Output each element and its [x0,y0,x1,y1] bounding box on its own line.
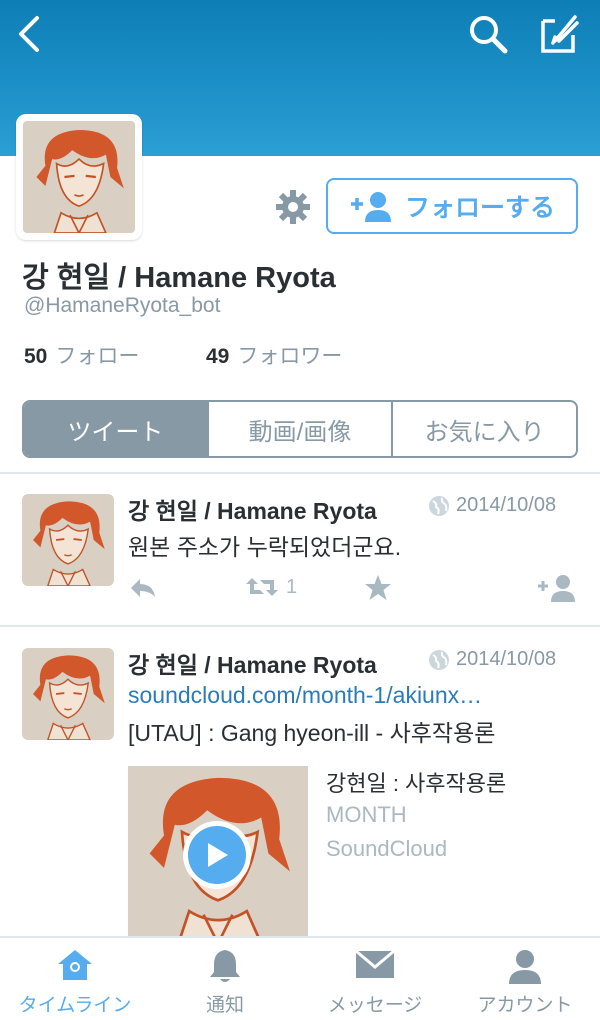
person-icon [509,950,541,984]
gear-icon [276,190,310,224]
segment-favorites[interactable]: お気に入り [391,402,576,456]
segment-tweets[interactable]: ツイート [24,402,207,456]
add-user-icon [350,192,391,222]
globe-icon [429,495,449,516]
follow-author-button[interactable] [536,574,578,602]
card-subtitle: MONTH [326,802,407,827]
search-icon [470,16,508,54]
tab-account[interactable]: アカウント [450,938,600,1020]
card-title[interactable]: 강현일 : 사후작용론 [326,766,506,798]
tweet-avatar[interactable] [22,494,114,586]
retweet-count: 1 [286,575,298,598]
followers-count: 49 [206,345,230,368]
followers-label: フォロワー [237,345,343,368]
tab-timeline-label: タイムライン [18,995,132,1016]
globe-icon [429,649,449,670]
play-icon [208,843,228,867]
tab-messages-label: メッセージ [327,995,423,1016]
favorite-button[interactable] [364,574,392,602]
tweet-date: 2014/10/08 [428,494,556,517]
segment-media[interactable]: 動画/画像 [206,402,392,456]
play-button[interactable] [183,821,251,889]
profile-stats: 50 フォロー 49 フォロワー [24,340,342,370]
envelope-icon [355,949,395,978]
card-source: SoundCloud [326,836,448,861]
tweet-text: 원본 주소가 누락되었더군요. [128,534,402,560]
tweet-date: 2014/10/08 [428,648,556,671]
tweet-author: 강 현일 / Hamane Ryota [128,498,377,524]
following-label: フォロー [55,345,140,368]
bottom-tab-bar: タイムライン 通知 メッセージ アカウント [0,936,600,1020]
retweet-button[interactable]: 1 [244,574,297,600]
divider [0,625,600,627]
compose-button[interactable] [534,8,586,60]
profile-handle: @HamaneRyota_bot [24,294,221,317]
profile-segment-control: ツイート 動画/画像 お気に入り [22,400,578,458]
soundcloud-card-image[interactable] [128,766,308,941]
reply-button[interactable] [128,576,158,600]
chevron-left-icon [19,16,39,52]
profile-name: 강 현일 / Hamane Ryota [22,262,336,294]
bell-icon [210,950,240,982]
following-count: 50 [24,345,48,368]
tab-messages[interactable]: メッセージ [300,938,450,1020]
tweet-date-text: 2014/10/08 [456,648,557,670]
divider [0,472,600,474]
tab-notifications[interactable]: 通知 [150,938,300,1020]
following-stat[interactable]: 50 フォロー [24,345,139,368]
tab-timeline[interactable]: タイムライン [0,938,150,1020]
settings-gear-button[interactable] [274,188,312,226]
tweet-author: 강 현일 / Hamane Ryota [128,652,377,678]
star-icon [365,575,391,600]
tab-notifications-label: 通知 [205,995,244,1016]
home-icon [58,950,92,980]
search-button[interactable] [462,8,514,60]
tweet-date-text: 2014/10/08 [456,494,557,516]
followers-stat[interactable]: 49 フォロワー [206,340,342,370]
follow-button-label: フォローする [404,194,555,222]
back-button[interactable] [4,8,56,60]
tweet-avatar[interactable] [22,648,114,740]
retweet-icon [246,578,278,596]
tweet-text: [UTAU] : Gang hyeon-ill - 사후작용론 [128,720,496,746]
profile-avatar[interactable] [16,114,142,240]
follow-button[interactable]: フォローする [326,178,578,234]
compose-icon [541,15,579,53]
reply-icon [131,579,155,597]
tweet-link[interactable]: soundcloud.com/month-1/akiunx… [128,682,482,709]
add-user-icon [538,575,575,602]
tab-account-label: アカウント [477,995,573,1016]
